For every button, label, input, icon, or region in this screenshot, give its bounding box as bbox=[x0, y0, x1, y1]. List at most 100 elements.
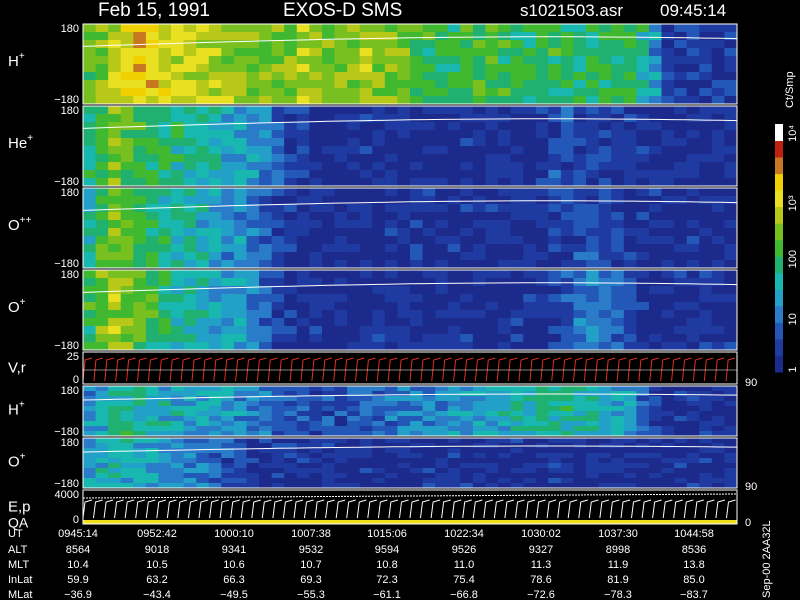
heatmap-cell bbox=[573, 162, 587, 171]
heatmap-cell bbox=[83, 334, 96, 343]
panel-label-ion: H bbox=[8, 402, 19, 419]
heatmap-cell bbox=[498, 463, 511, 469]
heatmap-cell bbox=[83, 302, 96, 311]
heatmap-cell bbox=[372, 421, 386, 427]
heatmap-cell bbox=[649, 426, 662, 432]
heatmap-cell bbox=[233, 220, 247, 229]
heatmap-cell bbox=[674, 80, 688, 89]
heatmap-cell bbox=[422, 138, 436, 147]
heatmap-cell bbox=[208, 114, 222, 123]
heatmap-cell bbox=[422, 416, 436, 422]
heatmap-cell bbox=[649, 122, 662, 131]
heatmap-cell bbox=[649, 478, 662, 484]
heatmap-cell bbox=[221, 220, 235, 229]
heatmap-cell bbox=[309, 204, 323, 213]
heatmap-cell bbox=[309, 130, 323, 139]
heatmap-cell bbox=[422, 278, 436, 287]
heatmap-cell bbox=[271, 48, 285, 57]
heatmap-cell bbox=[472, 64, 486, 73]
heatmap-cell bbox=[573, 396, 587, 402]
heatmap-cell bbox=[598, 106, 612, 115]
heatmap-cell bbox=[611, 468, 625, 474]
heatmap-cell bbox=[510, 72, 524, 81]
heatmap-cell bbox=[674, 448, 688, 454]
heatmap-cell bbox=[196, 32, 210, 41]
heatmap-cell bbox=[196, 270, 210, 279]
heatmap-cell bbox=[598, 32, 612, 41]
heatmap-cell bbox=[296, 122, 310, 131]
heatmap-cell bbox=[649, 72, 662, 81]
heatmap-cell bbox=[171, 196, 184, 205]
heatmap-cell bbox=[397, 416, 411, 422]
heatmap-cell bbox=[435, 270, 449, 279]
heatmap-cell bbox=[661, 473, 675, 479]
heatmap-cell bbox=[711, 114, 725, 123]
heatmap-cell bbox=[548, 302, 562, 311]
heatmap-cell bbox=[623, 386, 637, 392]
heatmap-cell bbox=[359, 286, 373, 295]
heatmap-cell bbox=[183, 391, 197, 397]
heatmap-cell bbox=[560, 72, 574, 81]
heatmap-cell bbox=[649, 458, 662, 464]
heatmap-cell bbox=[435, 32, 449, 41]
heatmap-cell bbox=[259, 80, 273, 89]
heatmap-cell bbox=[560, 286, 574, 295]
footer-cell: 9341 bbox=[222, 544, 246, 556]
heatmap-cell bbox=[611, 114, 625, 123]
heatmap-cell bbox=[435, 391, 449, 397]
heatmap-cell bbox=[359, 310, 373, 319]
heatmap-cell bbox=[322, 154, 335, 163]
heatmap-cell bbox=[359, 72, 373, 81]
y-tick-top: 180 bbox=[61, 23, 79, 35]
heatmap-cell bbox=[410, 406, 423, 412]
heatmap-cell bbox=[271, 170, 285, 179]
heatmap-cell bbox=[208, 270, 222, 279]
heatmap-cell bbox=[120, 270, 134, 279]
heatmap-cell bbox=[636, 278, 650, 287]
heatmap-cell bbox=[233, 438, 247, 444]
heatmap-cell bbox=[296, 146, 310, 155]
heatmap-cell bbox=[309, 24, 323, 33]
heatmap-cell bbox=[699, 391, 713, 397]
heatmap-cell bbox=[221, 178, 235, 187]
heatmap-cell bbox=[145, 56, 159, 65]
footer-side-label: Sep-00 2AA32L bbox=[761, 520, 773, 598]
heatmap-cell bbox=[347, 294, 361, 303]
heatmap-cell bbox=[259, 421, 273, 427]
heatmap-cell bbox=[674, 294, 688, 303]
heatmap-cell bbox=[686, 80, 700, 89]
heatmap-cell bbox=[108, 72, 122, 81]
heatmap-cell bbox=[233, 32, 247, 41]
heatmap-cell bbox=[397, 244, 411, 253]
heatmap-cell bbox=[686, 463, 700, 469]
heatmap-cell bbox=[397, 170, 411, 179]
heatmap-cell bbox=[120, 401, 134, 407]
heatmap-cell bbox=[548, 260, 562, 269]
heatmap-cell bbox=[158, 138, 172, 147]
heatmap-cell bbox=[636, 458, 650, 464]
heatmap-cell bbox=[674, 48, 688, 57]
header-mission: EXOS-D SMS bbox=[283, 0, 402, 21]
heatmap-cell bbox=[498, 48, 511, 57]
heatmap-cell bbox=[246, 114, 260, 123]
heatmap-cell bbox=[535, 228, 549, 237]
heatmap-cell bbox=[548, 463, 562, 469]
heatmap-cell bbox=[661, 178, 675, 187]
heatmap-cell bbox=[661, 386, 675, 392]
heatmap-cell bbox=[510, 342, 524, 351]
y-tick-top: 25 bbox=[67, 351, 79, 363]
heatmap-cell bbox=[133, 252, 147, 261]
heatmap-cell bbox=[711, 64, 725, 73]
heatmap-cell bbox=[472, 106, 486, 115]
heatmap-cell bbox=[699, 386, 713, 392]
heatmap-cell bbox=[208, 56, 222, 65]
heatmap-cell bbox=[145, 443, 159, 449]
heatmap-cell bbox=[133, 310, 147, 319]
heatmap-cell bbox=[196, 386, 210, 392]
heatmap-cell bbox=[422, 106, 436, 115]
heatmap-cell bbox=[397, 252, 411, 261]
heatmap-cell bbox=[397, 188, 411, 197]
heatmap-cell bbox=[145, 244, 159, 253]
heatmap-cell bbox=[271, 310, 285, 319]
heatmap-cell bbox=[636, 421, 650, 427]
